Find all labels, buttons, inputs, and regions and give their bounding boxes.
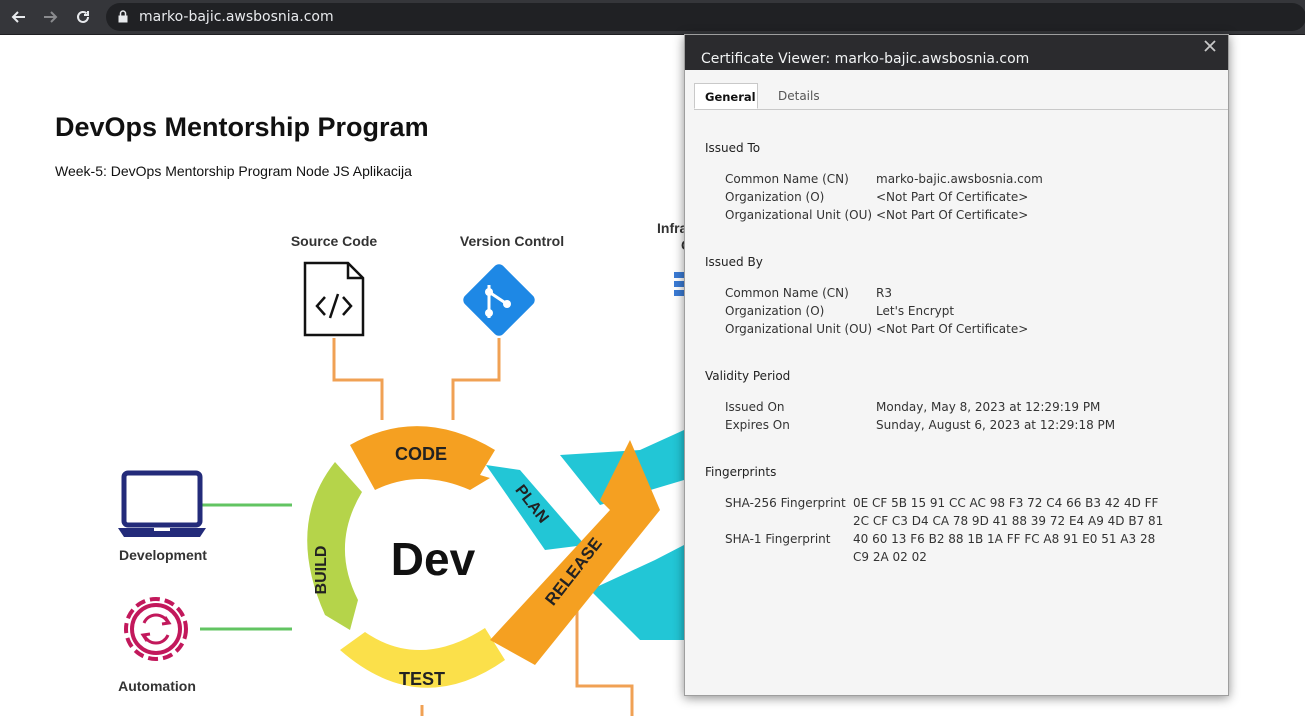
sha1-value-line2: C9 2A 02 02 [853,550,927,564]
sha256-label: SHA-256 Fingerprint [725,496,846,510]
fingerprints-heading: Fingerprints [705,465,777,479]
sha1-value-line1: 40 60 13 F6 B2 88 1B 1A FF FC A8 91 E0 5… [853,532,1156,546]
git-icon [463,264,535,336]
address-bar[interactable]: marko-bajic.awsbosnia.com [106,3,1305,31]
sha256-value-line1: 0E CF 5B 15 91 CC AC 98 F3 72 C4 66 B3 4… [853,496,1159,510]
sha1-label: SHA-1 Fingerprint [725,532,831,546]
issued-by-ou-label: Organizational Unit (OU) [725,322,873,336]
version-control-label: Version Control [460,233,564,249]
issued-by-heading: Issued By [705,255,763,269]
url-text: marko-bajic.awsbosnia.com [139,9,334,25]
validity-heading: Validity Period [705,369,791,383]
devops-diagram: Source Code Version Control Infra C Deve… [118,220,690,716]
reload-icon[interactable] [72,6,94,28]
expires-on-value: Sunday, August 6, 2023 at 12:29:18 PM [876,418,1116,432]
forward-arrow-icon[interactable] [40,6,62,28]
development-label: Development [119,547,207,563]
issued-to-ou-label: Organizational Unit (OU) [725,208,873,222]
tab-details[interactable]: Details [768,83,830,109]
laptop-icon [118,470,206,537]
page-subtitle: Week-5: DevOps Mentorship Program Node J… [55,163,412,179]
issued-by-ou-value: <Not Part Of Certificate> [876,322,1029,336]
tab-general[interactable]: General [694,83,758,109]
issued-to-ou-value: <Not Part Of Certificate> [876,208,1029,222]
connector-source-code [332,338,384,420]
sha256-value-line2: 2C CF C3 D4 CA 78 9D 41 88 39 72 E4 A9 4… [853,514,1164,528]
build-label: BUILD [313,546,330,595]
back-arrow-icon[interactable] [7,6,29,28]
connector-version-control [451,338,501,420]
dialog-title: Certificate Viewer: marko-bajic.awsbosni… [701,51,1030,67]
issued-by-cn-label: Common Name (CN) [725,286,849,300]
lock-icon[interactable] [118,10,128,28]
infra-label-partial: Infra [657,220,688,236]
issued-on-label: Issued On [725,400,785,414]
dev-center-label: Dev [391,533,476,585]
tab-bar: General Details [694,83,1228,110]
close-icon[interactable] [1202,38,1218,54]
expires-on-label: Expires On [725,418,790,432]
issued-by-o-value: Let's Encrypt [876,304,955,318]
certificate-viewer-dialog: Certificate Viewer: marko-bajic.awsbosni… [684,34,1229,696]
automation-label: Automation [118,678,196,694]
issued-to-heading: Issued To [705,141,761,155]
code-label: CODE [395,444,447,464]
devops-loop [307,426,690,690]
issued-to-o-label: Organization (O) [725,190,825,204]
test-label: TEST [399,669,445,689]
browser-toolbar: marko-bajic.awsbosnia.com [0,0,1305,35]
gear-icon [124,597,188,661]
issued-to-cn-value: marko-bajic.awsbosnia.com [876,172,1043,186]
code-file-icon [303,261,365,337]
issued-by-o-label: Organization (O) [725,304,825,318]
issued-to-cn-label: Common Name (CN) [725,172,849,186]
dialog-header: Certificate Viewer: marko-bajic.awsbosni… [685,35,1228,70]
issued-to-o-value: <Not Part Of Certificate> [876,190,1029,204]
issued-by-cn-value: R3 [876,286,892,300]
source-code-label: Source Code [291,233,378,249]
connector-release-down [575,610,634,716]
page-title: DevOps Mentorship Program [55,112,429,142]
issued-on-value: Monday, May 8, 2023 at 12:29:19 PM [876,400,1101,414]
